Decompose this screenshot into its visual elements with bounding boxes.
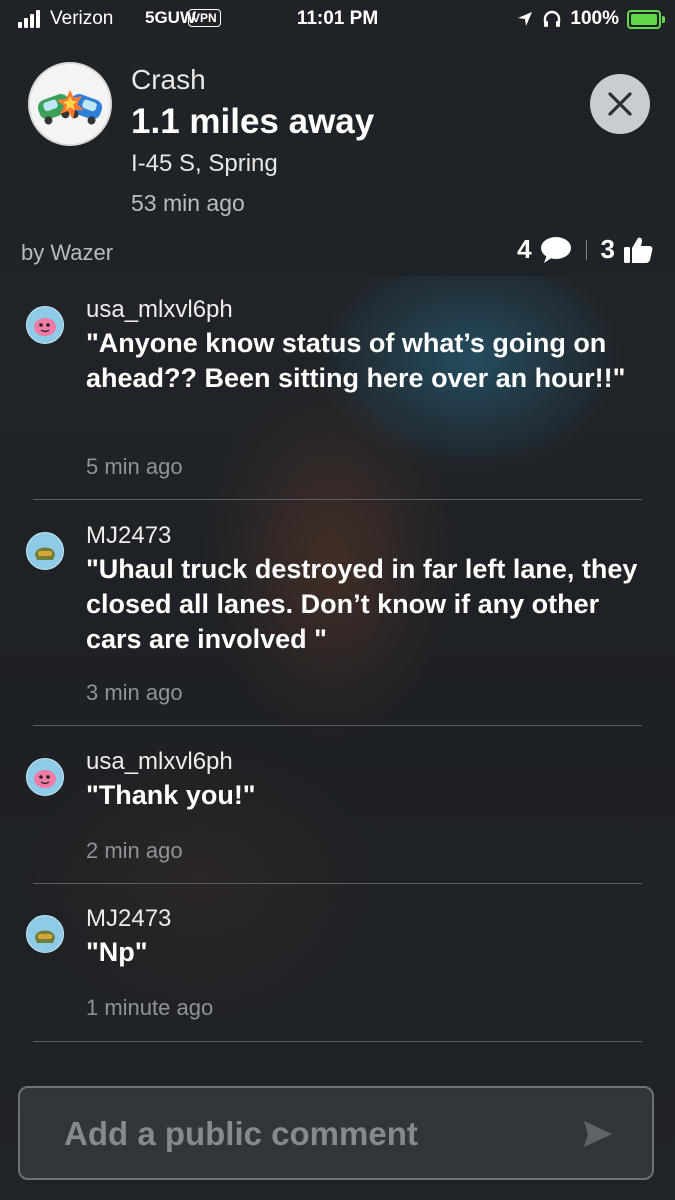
pink-wazer-avatar[interactable] [26,306,64,344]
comment-item: usa_mlxvl6ph "Anyone know status of what… [0,276,675,502]
thumbs-up-count: 3 [600,234,615,264]
comment-item: MJ2473 "Uhaul truck destroyed in far lef… [0,502,675,728]
comment-input[interactable] [62,1088,566,1180]
location-arrow-icon [518,12,533,26]
comment-author[interactable]: MJ2473 [86,905,171,933]
alert-details-screen: Verizon 5GUW VPN 11:01 PM 100% Crash 1.1… [0,0,675,1200]
comment-item: usa_mlxvl6ph "Thank you!" 2 min ago [0,728,675,885]
thumbs-up-icon[interactable] [623,236,653,264]
close-icon [608,92,632,116]
alert-counts: 4 3 [517,234,653,265]
helmet-wazer-avatar[interactable] [26,532,64,570]
comment-author[interactable]: MJ2473 [86,522,171,550]
comment-input-box[interactable] [18,1086,654,1180]
comment-bubble-icon[interactable] [540,236,572,264]
battery-charging-icon [627,9,665,29]
comment-divider [33,499,642,500]
comment-author[interactable]: usa_mlxvl6ph [86,748,233,776]
comment-time: 5 min ago [86,454,183,479]
status-right-group: 100% [516,8,665,30]
alert-reported-time: 53 min ago [131,190,245,216]
crash-icon [28,62,112,146]
alert-distance: 1.1 miles away [131,102,375,141]
comment-divider [33,725,642,726]
comment-text: "Anyone know status of what’s going on a… [86,328,626,393]
comment-divider [33,883,642,884]
comment-time: 2 min ago [86,838,183,863]
comment-divider [33,1041,642,1042]
alert-type: Crash [131,64,206,95]
close-button[interactable] [590,74,650,134]
alert-road: I-45 S, Spring [131,150,278,177]
count-divider [585,239,587,260]
comment-item: MJ2473 "Np" 1 minute ago [0,885,675,1045]
comment-text: "Thank you!" [86,780,256,810]
comment-time: 3 min ago [86,680,183,705]
reported-by: by Wazer [21,240,114,265]
comment-author[interactable]: usa_mlxvl6ph [86,296,233,324]
alert-header: Crash 1.1 miles away I-45 S, Spring 53 m… [0,38,675,276]
comment-text: "Uhaul truck destroyed in far left lane,… [86,554,638,654]
comment-text: "Np" [86,937,148,967]
headphones-icon [544,10,561,27]
send-icon[interactable] [582,1119,614,1149]
comment-time: 1 minute ago [86,995,214,1020]
helmet-wazer-avatar[interactable] [26,915,64,953]
comment-count: 4 [517,234,532,264]
pink-wazer-avatar[interactable] [26,758,64,796]
battery-percentage: 100% [570,8,619,29]
status-bar: Verizon 5GUW VPN 11:01 PM 100% [0,0,675,38]
